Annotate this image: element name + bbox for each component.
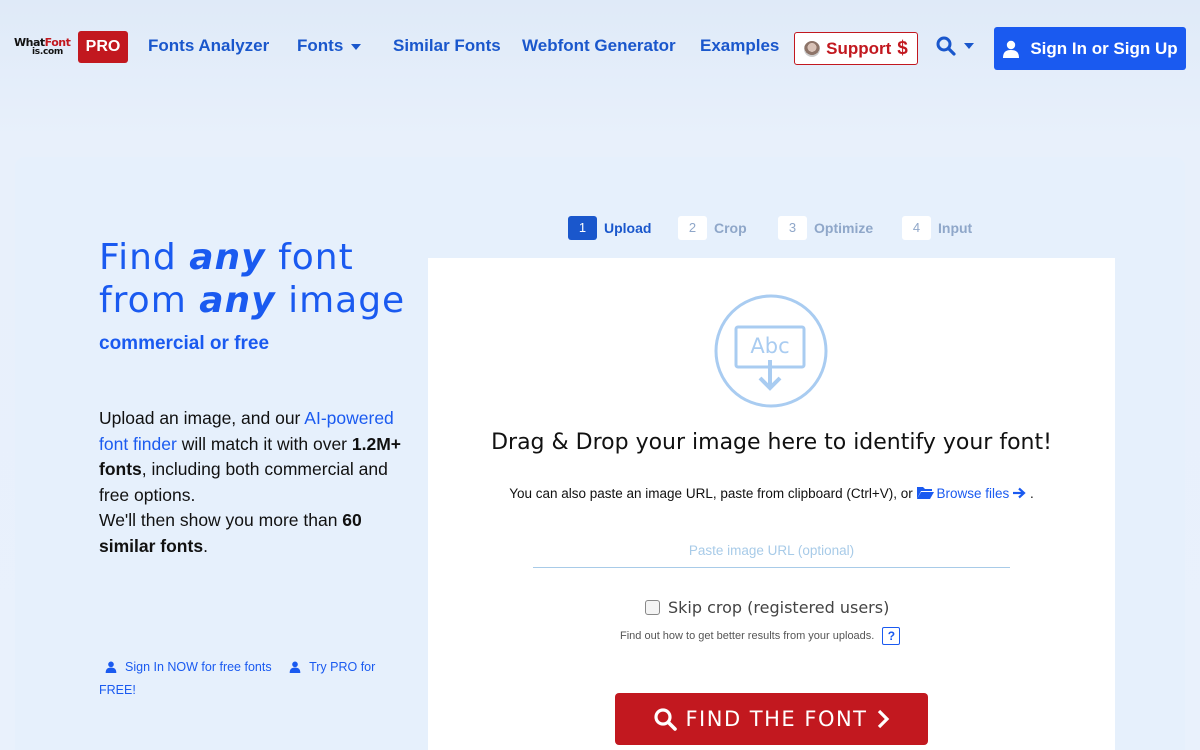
skip-crop-checkbox[interactable] xyxy=(645,600,660,615)
image-upload-icon: Abc xyxy=(714,294,828,408)
step-number: 4 xyxy=(902,216,931,240)
step-label: Optimize xyxy=(814,220,874,236)
sign-in-free-fonts-link[interactable]: Sign In NOW for free fonts xyxy=(125,660,272,674)
sign-in-label: Sign In or Sign Up xyxy=(1030,38,1178,58)
find-the-font-button[interactable]: FIND THE FONT xyxy=(615,693,928,745)
pro-badge[interactable]: PRO xyxy=(78,31,128,63)
step-label: Upload xyxy=(604,220,652,236)
step-number: 1 xyxy=(568,216,597,240)
step-label: Input xyxy=(938,220,973,236)
step-optimize[interactable]: 3 Optimize xyxy=(778,216,873,240)
step-upload[interactable]: 1 Upload xyxy=(568,216,651,240)
drop-title: Drag & Drop your image here to identify … xyxy=(491,430,1052,455)
logo-text-line2: is.com xyxy=(32,47,63,57)
support-label: Support xyxy=(826,38,892,58)
side-links: Sign In NOW for free fonts Try PRO for F… xyxy=(99,656,399,702)
step-number: 2 xyxy=(678,216,707,240)
paste-note: You can also paste an image URL, paste f… xyxy=(509,486,1034,501)
top-navbar: WhatFont is.com PRO Fonts Analyzer Fonts… xyxy=(0,0,1200,95)
hero-title: Find any font from any image xyxy=(99,237,406,321)
image-url-input[interactable] xyxy=(533,533,1010,568)
search-icon xyxy=(654,708,678,731)
nav-webfont-generator[interactable]: Webfont Generator xyxy=(522,36,676,56)
chevron-down-icon xyxy=(351,43,362,50)
svg-text:Abc: Abc xyxy=(750,334,789,358)
find-button-label: FIND THE FONT xyxy=(685,707,868,731)
support-button[interactable]: Support $ xyxy=(794,32,918,65)
user-icon xyxy=(1003,40,1020,58)
help-icon[interactable]: ? xyxy=(882,627,901,645)
nav-fonts-dropdown[interactable]: Fonts xyxy=(297,36,362,56)
hero-subtitle: commercial or free xyxy=(99,333,270,354)
hero-description: Upload an image, and our AI-powered font… xyxy=(99,408,401,556)
nav-examples[interactable]: Examples xyxy=(700,36,779,56)
chevron-down-icon xyxy=(964,43,974,49)
search-icon xyxy=(936,36,956,56)
user-icon xyxy=(289,661,301,673)
dollar-icon: $ xyxy=(897,37,908,59)
step-crop[interactable]: 2 Crop xyxy=(678,216,747,240)
nav-fonts-analyzer[interactable]: Fonts Analyzer xyxy=(148,36,269,56)
nav-fonts-label: Fonts xyxy=(297,36,344,55)
tips-text: Find out how to get better results from … xyxy=(620,630,875,642)
user-icon xyxy=(105,661,117,673)
chevron-right-icon xyxy=(877,709,889,729)
arrow-right-icon xyxy=(1013,487,1026,499)
nav-similar-fonts[interactable]: Similar Fonts xyxy=(393,36,501,56)
upload-tips: Find out how to get better results from … xyxy=(620,627,901,645)
step-number: 3 xyxy=(778,216,807,240)
step-input[interactable]: 4 Input xyxy=(902,216,972,240)
browse-files-link[interactable]: Browse files xyxy=(916,486,1027,501)
skip-crop-option[interactable]: Skip crop (registered users) xyxy=(645,598,889,617)
skip-crop-label: Skip crop (registered users) xyxy=(668,598,890,617)
support-avatar-icon xyxy=(804,40,821,57)
folder-open-icon xyxy=(916,487,934,499)
whatfontis-logo[interactable]: WhatFont is.com xyxy=(14,36,74,62)
sign-in-button[interactable]: Sign In or Sign Up xyxy=(994,27,1186,70)
search-toggle[interactable] xyxy=(936,36,974,56)
step-label: Crop xyxy=(714,220,747,236)
